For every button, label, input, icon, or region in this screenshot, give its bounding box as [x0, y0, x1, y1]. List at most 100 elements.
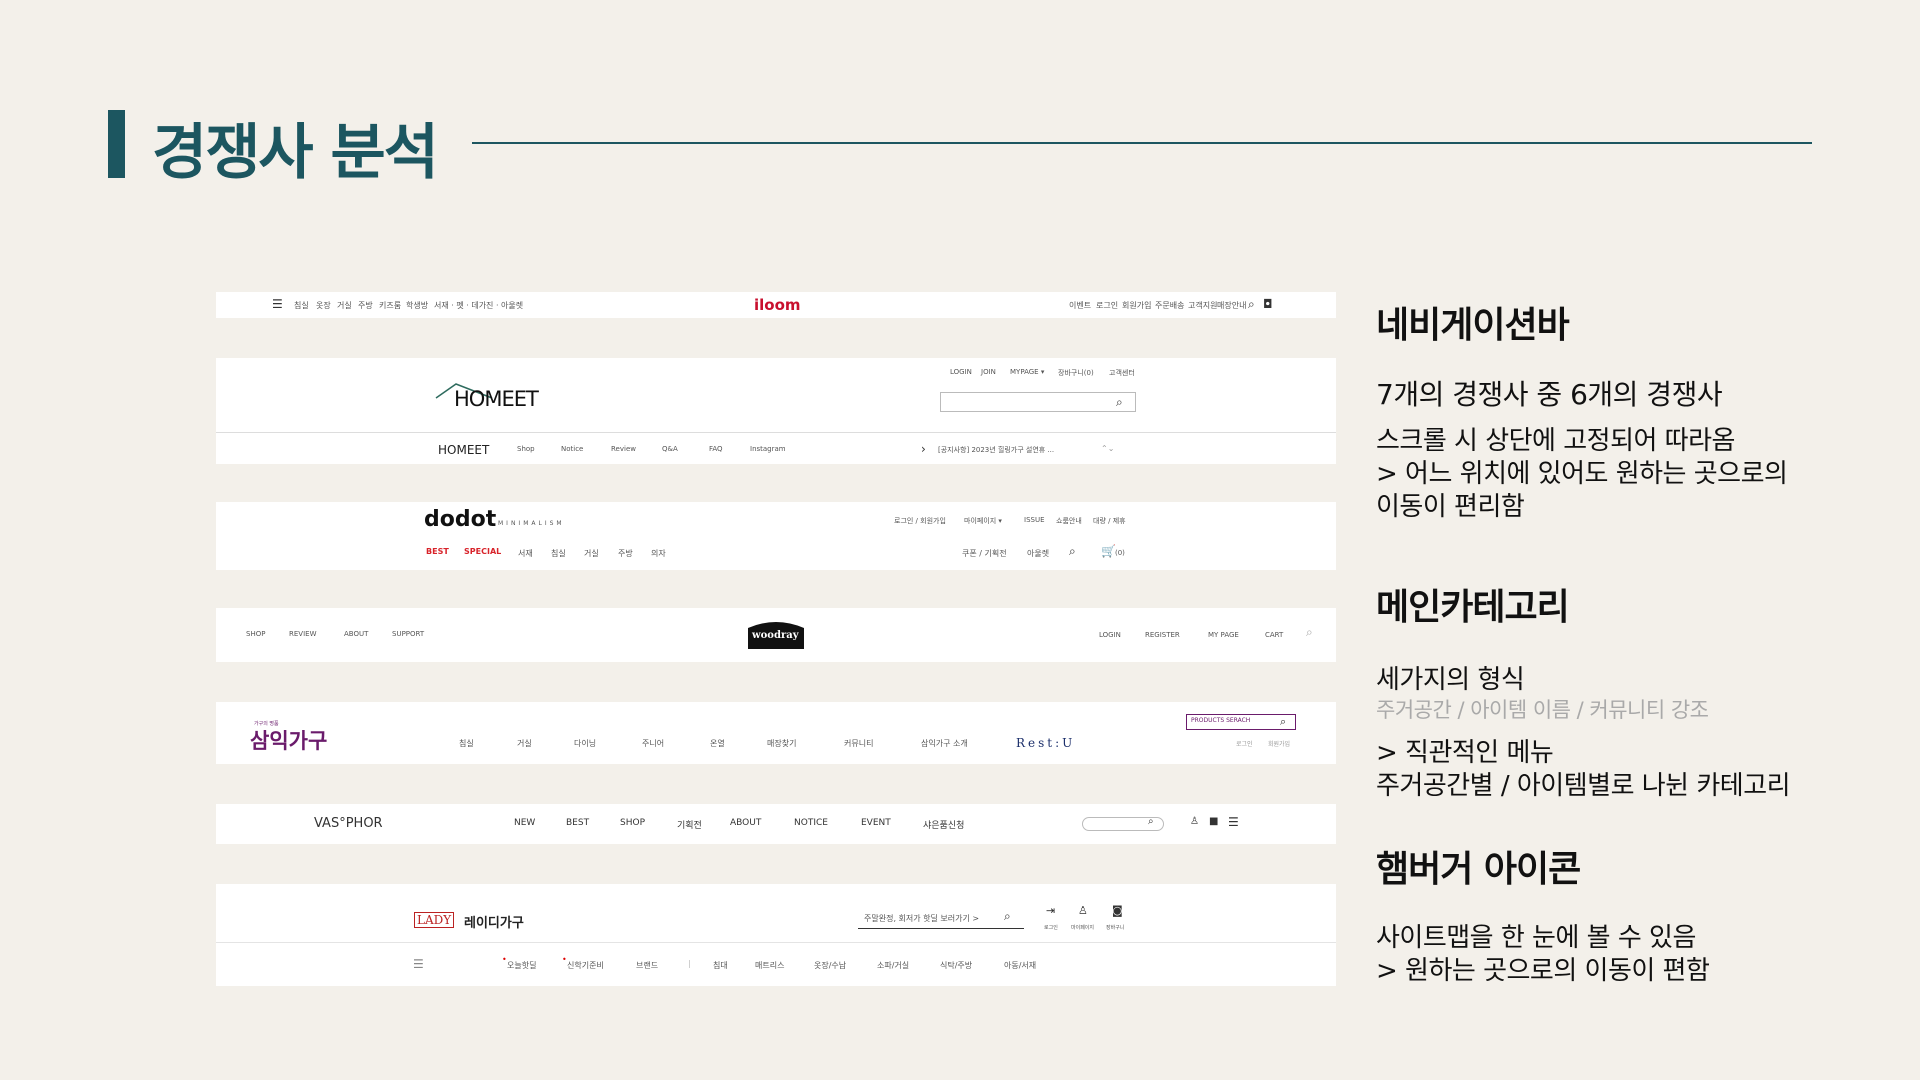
dodot-menu-0[interactable]: 서재: [518, 548, 533, 559]
iloom-link-2[interactable]: 회원가입: [1122, 300, 1151, 311]
homeet-notice[interactable]: [공지사항] 2023년 힐링가구 설연휴 ...: [938, 445, 1054, 455]
homeet-nav-5[interactable]: Instagram: [750, 445, 786, 453]
samik-restu[interactable]: Rest:U: [1016, 736, 1075, 750]
woodray-right-2[interactable]: MY PAGE: [1208, 631, 1239, 639]
dodot-menu-1[interactable]: 침실: [551, 548, 566, 559]
iloom-menu-1[interactable]: 옷장: [316, 300, 331, 311]
hamburger-icon[interactable]: ☰: [413, 957, 424, 971]
lady-menu-4[interactable]: 소파/거실: [877, 960, 909, 971]
homeet-top-link-4[interactable]: 고객센터: [1109, 368, 1135, 378]
woodray-left-2[interactable]: ABOUT: [344, 630, 368, 638]
homeet-nav-2[interactable]: Review: [611, 445, 636, 453]
lady-logo[interactable]: 레이디가구: [464, 912, 524, 931]
lady-menu-red-0[interactable]: 오늘핫딜: [507, 960, 536, 971]
samik-link-0[interactable]: 로그인: [1236, 739, 1253, 748]
iloom-logo[interactable]: iloom: [754, 296, 801, 314]
iloom-link-0[interactable]: 이벤트: [1069, 300, 1091, 311]
vasphor-menu-0[interactable]: NEW: [514, 818, 535, 828]
woodray-right-0[interactable]: LOGIN: [1099, 631, 1121, 639]
search-icon[interactable]: ⌕: [1069, 544, 1076, 559]
samik-logo[interactable]: 삼익가구: [250, 725, 327, 755]
dodot-best[interactable]: BEST: [426, 547, 449, 556]
bag-icon[interactable]: ■: [1209, 816, 1218, 827]
user-icon[interactable]: ♙: [1190, 816, 1199, 827]
woodray-logo[interactable]: woodray: [752, 630, 799, 641]
dodot-top-link-0[interactable]: 로그인 / 회원가입: [894, 516, 946, 526]
iloom-menu-5[interactable]: 학생방: [406, 300, 428, 311]
lady-menu-3[interactable]: 옷장/수납: [814, 960, 846, 971]
samik-menu-3[interactable]: 주니어: [642, 738, 664, 749]
cart-icon[interactable]: 🛒: [1101, 544, 1116, 558]
user-icon[interactable]: ♙: [1078, 904, 1088, 917]
search-icon[interactable]: ⌕: [1280, 715, 1286, 729]
samik-menu-2[interactable]: 다이닝: [574, 738, 596, 749]
dodot-menu-3[interactable]: 주방: [618, 548, 633, 559]
lady-menu-5[interactable]: 식탁/주방: [940, 960, 972, 971]
lady-logo-box[interactable]: LADY: [414, 912, 455, 928]
woodray-left-0[interactable]: SHOP: [246, 630, 265, 638]
vasphor-menu-7[interactable]: 샤은품신청: [923, 818, 964, 831]
iloom-menu-0[interactable]: 침실: [294, 300, 309, 311]
homeet-nav-brand[interactable]: HOMEET: [438, 443, 489, 457]
vasphor-logo[interactable]: VAS°PHOR: [314, 816, 383, 831]
iloom-menu-3[interactable]: 주방: [358, 300, 373, 311]
vasphor-menu-3[interactable]: 기획전: [677, 818, 702, 831]
dodot-special[interactable]: SPECIAL: [464, 547, 501, 556]
dodot-menu-2[interactable]: 거실: [584, 548, 599, 559]
samik-menu-5[interactable]: 매장찾기: [767, 738, 796, 749]
lady-menu-2[interactable]: 매트리스: [755, 960, 784, 971]
hamburger-icon[interactable]: ☰: [272, 297, 283, 311]
dodot-logo[interactable]: dodot: [424, 507, 496, 532]
woodray-left-1[interactable]: REVIEW: [289, 630, 316, 638]
search-icon[interactable]: ⌕: [1306, 625, 1313, 640]
iloom-menu-6[interactable]: 서재 · 펫 · 데가진 · 아울렛: [434, 300, 523, 311]
samik-menu-7[interactable]: 삼익가구 소개: [921, 738, 968, 749]
iloom-menu-4[interactable]: 키즈룸: [379, 300, 401, 311]
cart-icon[interactable]: ◙: [1112, 904, 1123, 917]
dodot-right-1[interactable]: 아울렛: [1027, 548, 1049, 559]
iloom-link-3[interactable]: 주문배송: [1155, 300, 1184, 311]
homeet-top-link-2[interactable]: MYPAGE ▾: [1010, 368, 1044, 376]
homeet-top-link-1[interactable]: JOIN: [981, 368, 996, 376]
dodot-top-link-4[interactable]: 대량 / 제휴: [1093, 516, 1126, 526]
login-icon[interactable]: ⇥: [1046, 904, 1055, 917]
search-icon[interactable]: ⌕: [1116, 395, 1123, 410]
samik-menu-1[interactable]: 거실: [517, 738, 532, 749]
vasphor-menu-4[interactable]: ABOUT: [730, 818, 761, 828]
dodot-menu-4[interactable]: 의자: [651, 548, 666, 559]
dodot-top-link-3[interactable]: 쇼룸안내: [1056, 516, 1082, 526]
lady-menu-1[interactable]: 침대: [713, 960, 728, 971]
homeet-nav-4[interactable]: FAQ: [709, 445, 723, 453]
vasphor-menu-6[interactable]: EVENT: [861, 818, 891, 828]
iloom-link-4[interactable]: 고객지원: [1188, 300, 1217, 311]
hamburger-icon[interactable]: ☰: [1228, 815, 1239, 829]
search-icon[interactable]: ⌕: [1004, 909, 1011, 924]
samik-menu-0[interactable]: 침실: [459, 738, 474, 749]
homeet-search-input[interactable]: [940, 392, 1136, 412]
search-icon[interactable]: ⌕: [1248, 297, 1255, 312]
iloom-link-5[interactable]: 매장안내: [1217, 300, 1246, 311]
lady-search-text[interactable]: 주말완정, 회저가 핫딜 보러가기 >: [864, 913, 979, 924]
homeet-nav-3[interactable]: Q&A: [662, 445, 678, 453]
bag-icon[interactable]: ◘: [1263, 297, 1273, 311]
dodot-top-link-2[interactable]: ISSUE: [1024, 516, 1045, 524]
search-icon[interactable]: ⌕: [1148, 816, 1154, 827]
lady-menu-0[interactable]: 브랜드: [636, 960, 658, 971]
samik-menu-6[interactable]: 커뮤니티: [844, 738, 873, 749]
homeet-nav-1[interactable]: Notice: [561, 445, 583, 453]
samik-link-1[interactable]: 회원가입: [1268, 739, 1290, 748]
dodot-top-link-1[interactable]: 마이페이지 ▾: [964, 516, 1002, 526]
lady-menu-6[interactable]: 아동/서재: [1004, 960, 1036, 971]
homeet-top-link-3[interactable]: 장바구니(0): [1058, 368, 1094, 378]
samik-menu-4[interactable]: 온열: [710, 738, 725, 749]
iloom-link-1[interactable]: 로그인: [1096, 300, 1118, 311]
homeet-top-link-0[interactable]: LOGIN: [950, 368, 972, 376]
homeet-nav-0[interactable]: Shop: [517, 445, 535, 453]
homeet-notice-arrows-icon[interactable]: ⌃⌄: [1101, 444, 1114, 453]
dodot-right-0[interactable]: 쿠폰 / 기획전: [962, 548, 1007, 559]
vasphor-menu-2[interactable]: SHOP: [620, 818, 645, 828]
vasphor-menu-5[interactable]: NOTICE: [794, 818, 828, 828]
woodray-right-1[interactable]: REGISTER: [1145, 631, 1180, 639]
lady-menu-red-1[interactable]: 신학기준비: [567, 960, 604, 971]
vasphor-menu-1[interactable]: BEST: [566, 818, 589, 828]
